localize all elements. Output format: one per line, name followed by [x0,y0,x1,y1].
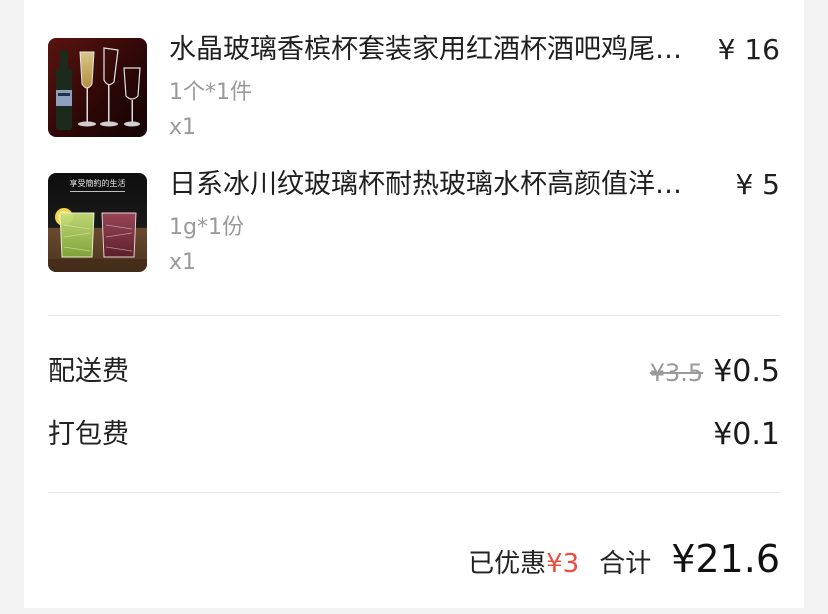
discount-label: 已优惠 [468,549,547,579]
product-thumbnail[interactable]: 享受簡約的生活 [48,173,147,272]
order-item[interactable]: 水晶玻璃香槟杯套装家用红酒杯酒吧鸡尾酒杯 ¥ 16 1个*1件 x1 [48,33,780,140]
section-divider [48,492,780,493]
product-thumbnail[interactable] [48,38,147,137]
order-total-row: 已优惠¥3 合计 ¥21.6 [468,537,780,587]
packing-fee-label: 打包费 [48,419,129,450]
delivery-fee-value: ¥0.5 [713,354,780,389]
item-quantity: x1 [169,115,197,140]
item-title[interactable]: 水晶玻璃香槟杯套装家用红酒杯酒吧鸡尾酒杯 [169,32,694,68]
item-spec: 1个*1件 [169,80,252,105]
discount-value: ¥3 [546,549,580,579]
delivery-fee-original-price: ¥3.5 [649,359,704,387]
total-value: ¥21.6 [671,537,780,581]
item-quantity: x1 [169,250,197,275]
delivery-fee-amount: ¥3.5 ¥0.5 [650,352,780,393]
order-summary-card: 水晶玻璃香槟杯套装家用红酒杯酒吧鸡尾酒杯 ¥ 16 1个*1件 x1 享受簡約的… [24,0,804,608]
delivery-fee-label: 配送费 [48,356,129,387]
item-price: ¥ 5 [735,168,780,201]
order-item[interactable]: 享受簡約的生活 日系冰川纹玻璃杯耐热玻璃水杯高颜值洋酒杯 ¥ 5 1g*1份 x… [48,168,780,275]
thumb-caption: 享受簡約的生活 [70,178,126,188]
glacier-glass-cup-photo-icon: 享受簡約的生活 [48,173,147,272]
packing-fee-value: ¥0.1 [713,417,780,452]
item-title[interactable]: 日系冰川纹玻璃杯耐热玻璃水杯高颜值洋酒杯 [169,167,694,203]
item-price: ¥ 16 [717,33,780,66]
total-label: 合计 [599,549,652,579]
delivery-fee-row: 配送费 ¥3.5 ¥0.5 [48,352,780,392]
item-spec: 1g*1份 [169,215,244,240]
champagne-glass-photo-icon [48,38,147,137]
section-divider [48,315,780,316]
packing-fee-row: 打包费 ¥0.1 [48,415,780,455]
